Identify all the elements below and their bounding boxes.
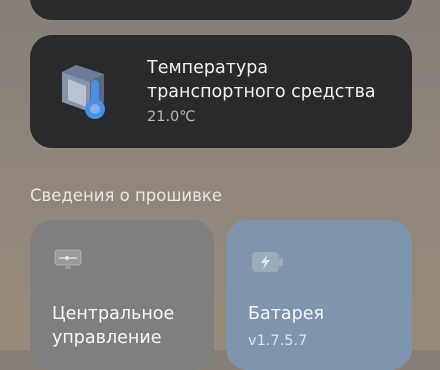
vehicle-temperature-value: 21.0℃ xyxy=(147,109,196,125)
control-unit-icon xyxy=(53,248,83,272)
battery-label: Батарея xyxy=(248,304,325,324)
vehicle-temperature-title: Температура транспортного средства xyxy=(147,58,376,102)
central-control-label: Центральное управление xyxy=(52,304,175,348)
previous-card[interactable] xyxy=(30,0,412,20)
battery-version: v1.7.5.7 xyxy=(248,333,308,349)
battery-card[interactable]: Батарея v1.7.5.7 xyxy=(226,220,412,370)
central-control-card[interactable]: Центральное управление xyxy=(30,220,214,370)
firmware-section-title: Сведения о прошивке xyxy=(30,186,222,205)
battery-icon xyxy=(251,251,285,273)
vehicle-temperature-card[interactable]: Температура транспортного средства 21.0℃ xyxy=(30,35,412,148)
thermometer-icon xyxy=(54,62,116,124)
